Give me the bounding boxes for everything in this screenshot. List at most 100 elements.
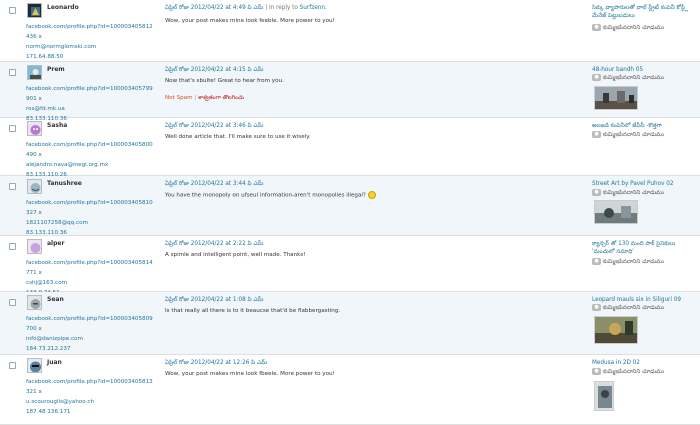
in-reply-to-link[interactable]: Surfzenn.	[300, 5, 327, 11]
comment-text: Now that's sbulte! Great to hear from yo…	[165, 78, 284, 84]
comment-column: ఏప్రిల్ రోజు 2012/04/22 at 4:15 పి ఎమ్ N…	[162, 62, 592, 117]
comment-text: Wow, your post makes mine look fbeele. M…	[165, 371, 335, 377]
author-name[interactable]: Juan	[47, 359, 62, 366]
action-separator: |	[194, 95, 197, 101]
comment-meta: ఏప్రిల్ రోజు 2012/04/22 at 3:46 పి ఎమ్	[165, 122, 263, 130]
post-column: Street Art by Pavel Puhov 02 ● కుమ్మిఇపిన…	[592, 176, 700, 235]
row-checkbox[interactable]	[9, 243, 16, 250]
author-url[interactable]: facebook.com/profile.php?id=100003405800	[26, 142, 153, 148]
post-title-link[interactable]: క్యాన్సర్ తో 130 మంది పాక్ సైనికులు 'మంచ…	[592, 240, 697, 256]
in-reply-to-label: In reply to	[268, 5, 298, 11]
post-comment-count[interactable]: ● కుమ్మిఇపినదానిని చూడుము	[592, 304, 664, 312]
author-name[interactable]: alper	[47, 240, 64, 247]
x-mark: x	[38, 389, 42, 395]
author-url-cont[interactable]: 901	[26, 96, 37, 102]
post-title-link[interactable]: అలజడి కంపెనీలో జేపీసీ -కొత్తగా	[592, 122, 697, 130]
avatar	[27, 121, 42, 136]
comment-text: A spimle and intelligent point, well mad…	[165, 252, 306, 258]
comment-bubble-icon: ●	[592, 74, 601, 81]
author-url-cont[interactable]: 490	[26, 152, 37, 158]
x-mark: x	[38, 96, 42, 102]
post-thumbnail[interactable]	[594, 381, 614, 411]
author-email[interactable]: u.scourouglis@yahoo.ch	[26, 399, 94, 405]
delete-permanently-link[interactable]: శాశ్వతంగా తొలగించు	[198, 95, 244, 101]
author-url[interactable]: facebook.com/profile.php?id=100003405810	[26, 200, 153, 206]
comment-date[interactable]: ఏప్రిల్ రోజు 2012/04/22 at 2:22 పి ఎమ్	[165, 241, 263, 247]
author-name[interactable]: Leonardo	[47, 4, 79, 11]
comment-row: Tanushree facebook.com/profile.php?id=10…	[0, 176, 700, 236]
comment-date[interactable]: ఏప్రిల్ రోజు 2012/04/22 at 4:49 పి ఎమ్	[165, 5, 263, 11]
author-url[interactable]: facebook.com/profile.php?id=100003405813	[26, 379, 153, 385]
post-title-link[interactable]: Street Art by Pavel Puhov 02	[592, 180, 697, 188]
author-url[interactable]: facebook.com/profile.php?id=100003405809	[26, 316, 153, 322]
comment-bubble-icon: ●	[592, 24, 601, 31]
author-url-cont[interactable]: 436	[26, 34, 37, 40]
comment-row: Sean facebook.com/profile.php?id=1000034…	[0, 292, 700, 355]
author-name[interactable]: Tanushree	[47, 180, 82, 187]
author-name[interactable]: Prem	[47, 66, 65, 73]
comment-row: Prem facebook.com/profile.php?id=1000034…	[0, 62, 700, 122]
author-email[interactable]: 1821107258@qq.com	[26, 220, 88, 226]
comment-text: Is that really all there is to it beaucs…	[165, 308, 341, 314]
author-name[interactable]: Sasha	[47, 122, 67, 129]
comment-date[interactable]: ఏప్రిల్ రోజు 2012/04/22 at 12:26 పి ఎమ్	[165, 360, 267, 366]
x-mark: x	[38, 326, 42, 332]
post-comment-count[interactable]: ● కుమ్మిఇపినదానిని చూడుము	[592, 74, 664, 82]
author-ip[interactable]: 171.64.88.50	[26, 54, 63, 60]
comment-text: You have the monopoly on ufseul informat…	[165, 191, 376, 199]
author-column: Leonardo facebook.com/profile.php?id=100…	[22, 0, 162, 61]
author-name[interactable]: Sean	[47, 296, 64, 303]
post-comment-count[interactable]: ● కుమ్మిఇపినదానిని చూడుము	[592, 24, 664, 32]
post-comment-count[interactable]: ● కుమ్మిఇపినదానిని చూడుము	[592, 368, 664, 376]
author-url[interactable]: facebook.com/profile.php?id=100003405799	[26, 86, 153, 92]
post-comment-count[interactable]: ● కుమ్మిఇపినదానిని చూడుము	[592, 131, 664, 139]
row-checkbox[interactable]	[9, 299, 16, 306]
author-url-cont[interactable]: 771	[26, 270, 37, 276]
comment-date[interactable]: ఏప్రిల్ రోజు 2012/04/22 at 4:15 పి ఎమ్	[165, 67, 263, 73]
author-url-cont[interactable]: 321	[26, 389, 37, 395]
comment-column: ఏప్రిల్ రోజు 2012/04/22 at 4:49 పి ఎమ్ |…	[162, 0, 592, 61]
row-checkbox[interactable]	[9, 7, 16, 14]
comment-column: ఏప్రిల్ రోజు 2012/04/22 at 12:26 పి ఎమ్ …	[162, 355, 592, 424]
not-spam-link[interactable]: Not Spam	[165, 95, 193, 101]
author-email[interactable]: ros@fd.mk.ua	[26, 106, 65, 112]
author-email[interactable]: info@danizpipe.com	[26, 336, 83, 342]
post-comment-count[interactable]: ● కుమ్మిఇపినదానిని చూడుము	[592, 258, 664, 266]
post-column: క్యాన్సర్ తో 130 మంది పాక్ సైనికులు 'మంచ…	[592, 236, 700, 291]
comment-date[interactable]: ఏప్రిల్ రోజు 2012/04/22 at 3:46 పి ఎమ్	[165, 123, 263, 129]
author-column: alper facebook.com/profile.php?id=100003…	[22, 236, 162, 296]
author-url[interactable]: facebook.com/profile.php?id=100003405812	[26, 24, 153, 30]
x-mark: x	[38, 152, 42, 158]
author-ip[interactable]: 184.73.212.237	[26, 346, 70, 352]
author-ip[interactable]: 187.48.136.171	[26, 409, 70, 415]
post-thumbnail[interactable]	[594, 86, 638, 110]
post-thumbnail[interactable]	[594, 200, 638, 224]
comment-meta: ఏప్రిల్ రోజు 2012/04/22 at 1:08 పి ఎమ్	[165, 296, 263, 304]
author-email[interactable]: norm@normglomski.com	[26, 44, 96, 50]
comment-text: Wow, your post makes mine look feeble. M…	[165, 18, 335, 24]
author-url[interactable]: facebook.com/profile.php?id=100003405814	[26, 260, 153, 266]
post-title-link[interactable]: Medusa in 2D 02	[592, 359, 697, 367]
post-title-link[interactable]: Leopard mauls six in Siliguri 09	[592, 296, 697, 304]
post-title-link[interactable]: సిక్కు వ్యాపారులతో వాల్ స్ట్రీట్ కంపెనీ …	[592, 4, 697, 20]
comment-row: Leonardo facebook.com/profile.php?id=100…	[0, 0, 700, 62]
post-thumbnail[interactable]	[594, 316, 638, 344]
post-column: సిక్కు వ్యాపారులతో వాల్ స్ట్రీట్ కంపెనీ …	[592, 0, 700, 61]
row-checkbox[interactable]	[9, 125, 16, 132]
author-email[interactable]: cshj@163.com	[26, 280, 67, 286]
post-title-link[interactable]: 48-hour bandh 05	[592, 66, 697, 74]
avatar	[27, 179, 42, 194]
author-url-cont[interactable]: 700	[26, 326, 37, 332]
comment-column: ఏప్రిల్ రోజు 2012/04/22 at 2:22 పి ఎమ్ A…	[162, 236, 592, 291]
author-url-cont[interactable]: 327	[26, 210, 37, 216]
row-checkbox[interactable]	[9, 362, 16, 369]
comment-date[interactable]: ఏప్రిల్ రోజు 2012/04/22 at 1:08 పి ఎమ్	[165, 297, 263, 303]
comment-row: Sasha facebook.com/profile.php?id=100003…	[0, 118, 700, 178]
row-checkbox[interactable]	[9, 69, 16, 76]
avatar	[27, 239, 42, 254]
comment-date[interactable]: ఏప్రిల్ రోజు 2012/04/22 at 3:44 పి ఎమ్	[165, 181, 263, 187]
post-comment-count[interactable]: ● కుమ్మిఇపినదానిని చూడుము	[592, 189, 664, 197]
avatar	[27, 358, 42, 373]
author-email[interactable]: alejandro.nava@inegi.org.mx	[26, 162, 108, 168]
row-checkbox[interactable]	[9, 183, 16, 190]
